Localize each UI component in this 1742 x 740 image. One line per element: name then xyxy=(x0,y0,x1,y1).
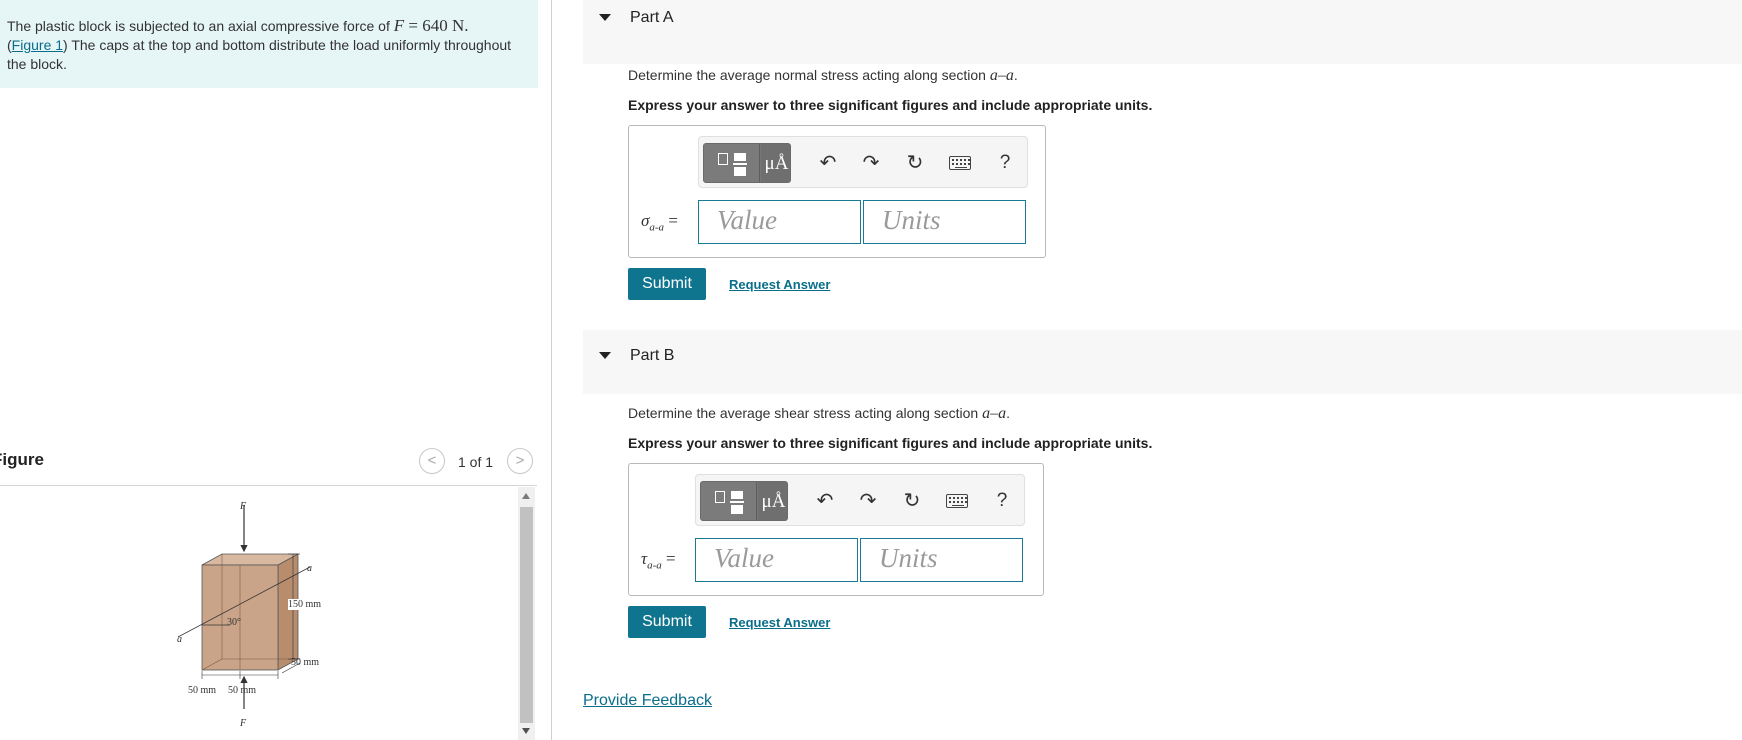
figure-label-height: 150 mm xyxy=(288,599,322,610)
redo-icon[interactable]: ↷ xyxy=(857,149,885,177)
part-b-question-end: . xyxy=(1006,405,1010,421)
help-icon[interactable]: ? xyxy=(992,487,1012,515)
part-b-section: a–a xyxy=(982,405,1007,422)
figure-next-button[interactable]: > xyxy=(507,448,533,474)
force-symbol: F xyxy=(393,16,405,35)
part-a-toolbar: μÅ ↶ ↷ ↻ ? xyxy=(698,136,1028,188)
figure-label-section-left: a xyxy=(177,634,182,645)
part-a-question: Determine the average normal stress acti… xyxy=(628,67,1018,85)
force-value: = 640 N. xyxy=(404,16,469,35)
undo-icon[interactable]: ↶ xyxy=(811,487,839,515)
part-b-question: Determine the average shear stress actin… xyxy=(628,405,1010,423)
part-a-instruction: Express your answer to three significant… xyxy=(628,97,1153,113)
redo-icon[interactable]: ↷ xyxy=(854,487,882,515)
reset-icon[interactable]: ↻ xyxy=(901,149,929,177)
part-a-subscript: a-a xyxy=(649,221,665,234)
part-b-value-input[interactable]: Value xyxy=(695,538,858,582)
part-b-submit-button[interactable]: Submit xyxy=(628,606,706,638)
part-b-header[interactable]: Part B xyxy=(583,330,1742,394)
part-b-answer-label: τa-a = xyxy=(641,549,676,571)
fraction-template-icon[interactable] xyxy=(701,482,757,520)
units-template-icon[interactable]: μÅ xyxy=(758,482,787,520)
block-side-face xyxy=(277,553,299,671)
problem-text-pre: The plastic block is subjected to an axi… xyxy=(7,18,394,34)
part-b-subscript: a-a xyxy=(647,559,662,572)
part-a-question-text: Determine the average normal stress acti… xyxy=(628,67,990,83)
figure-link[interactable]: Figure 1 xyxy=(12,37,63,53)
fraction-template-icon[interactable] xyxy=(704,144,760,182)
figure-label-angle: 30° xyxy=(227,617,241,628)
template-button-group: μÅ xyxy=(703,143,791,183)
figure-label-force-bottom: F xyxy=(240,718,247,729)
scroll-down-icon[interactable] xyxy=(522,728,530,734)
problem-text-post: ) The caps at the top and bottom distrib… xyxy=(7,37,512,72)
part-a-submit-button[interactable]: Submit xyxy=(628,268,706,300)
part-a-value-input[interactable]: Value xyxy=(698,200,861,244)
figure-view: F F a a 30° 150 mm 50 mm 50 mm 50 mm xyxy=(0,487,520,740)
figure-pager-count: 1 of 1 xyxy=(458,454,494,470)
provide-feedback-link[interactable]: Provide Feedback xyxy=(583,692,712,710)
problem-statement: The plastic block is subjected to an axi… xyxy=(0,0,538,88)
part-b-request-answer-link[interactable]: Request Answer xyxy=(729,615,830,630)
part-b-units-input[interactable]: Units xyxy=(860,538,1023,582)
part-a-section: a–a xyxy=(989,67,1014,84)
scroll-up-icon[interactable] xyxy=(522,493,530,499)
keyboard-icon[interactable] xyxy=(946,494,968,508)
part-b-question-text: Determine the average shear stress actin… xyxy=(628,405,983,421)
figure-prev-button[interactable]: < xyxy=(419,448,445,474)
part-a-question-end: . xyxy=(1013,67,1018,83)
figure-label-width-left: 50 mm xyxy=(188,685,217,696)
units-template-icon[interactable]: μÅ xyxy=(761,144,790,182)
part-a-units-input[interactable]: Units xyxy=(863,200,1026,244)
part-a-answer-box: μÅ ↶ ↷ ↻ ? σa-a = Value Units xyxy=(628,125,1046,258)
collapse-triangle-icon[interactable] xyxy=(599,352,611,359)
figure-header: Figure < 1 of 1 > xyxy=(0,448,537,486)
collapse-triangle-icon[interactable] xyxy=(599,14,611,21)
undo-icon[interactable]: ↶ xyxy=(814,149,842,177)
figure-label-depth: 50 mm xyxy=(291,657,320,668)
figure-scrollbar[interactable] xyxy=(518,487,535,740)
help-icon[interactable]: ? xyxy=(995,149,1015,177)
part-a-header[interactable]: Part A xyxy=(583,0,1742,64)
part-a-request-answer-link[interactable]: Request Answer xyxy=(729,277,830,292)
equals-sign: = xyxy=(668,211,678,230)
part-b-instruction: Express your answer to three significant… xyxy=(628,435,1153,451)
part-b-toolbar: μÅ ↶ ↷ ↻ ? xyxy=(695,474,1025,526)
left-pane: The plastic block is subjected to an axi… xyxy=(0,0,552,740)
template-button-group: μÅ xyxy=(700,481,788,521)
part-b-answer-box: μÅ ↶ ↷ ↻ ? τa-a = Value Units xyxy=(628,463,1044,596)
part-a-answer-label: σa-a = xyxy=(641,211,678,233)
part-a-title: Part A xyxy=(630,9,674,26)
equals-sign: = xyxy=(666,549,676,568)
scroll-thumb[interactable] xyxy=(520,507,533,723)
figure-label-force-top: F xyxy=(240,501,247,512)
figure-label-width-right: 50 mm xyxy=(228,685,257,696)
keyboard-icon[interactable] xyxy=(949,156,971,170)
reset-icon[interactable]: ↻ xyxy=(898,487,926,515)
figure-title: Figure xyxy=(0,450,44,469)
part-b-title: Part B xyxy=(630,347,675,364)
figure-label-section-right: a xyxy=(307,563,312,574)
block-diagram xyxy=(177,505,311,709)
